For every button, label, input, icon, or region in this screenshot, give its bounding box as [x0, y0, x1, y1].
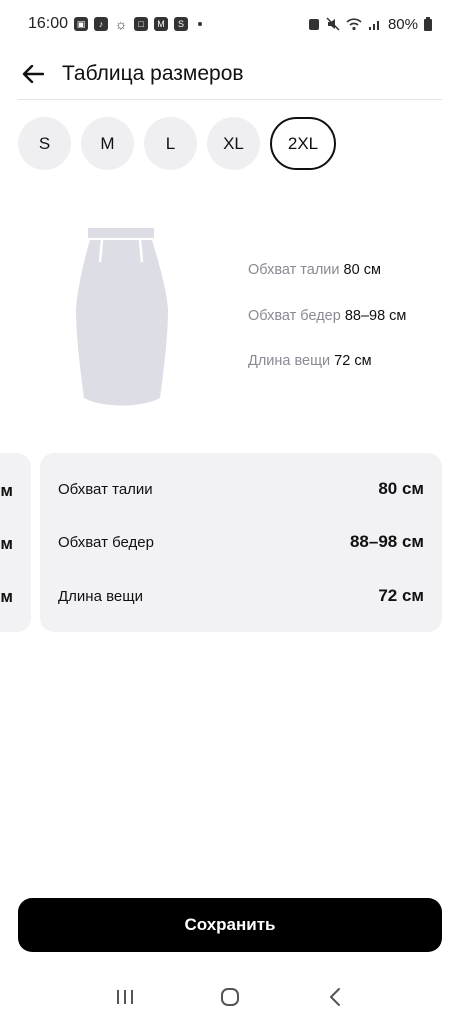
status-right: 80%	[308, 16, 432, 33]
current-size-card[interactable]: Обхват талии 80 см Обхват бедер 88–98 см…	[40, 453, 442, 632]
card-row-value: 88–98 см	[349, 532, 424, 551]
nav-recents-button[interactable]	[105, 977, 145, 1017]
notification-shazam-icon: S	[174, 17, 189, 31]
summary-waist: Обхват талии 80 см	[248, 260, 406, 306]
nav-home-button[interactable]	[210, 977, 250, 1017]
nav-back-button[interactable]	[315, 977, 355, 1017]
back-button[interactable]	[18, 59, 48, 89]
summary-waist-label: Обхват талии	[248, 262, 340, 278]
signal-icon	[368, 21, 379, 30]
status-time: 16:00	[28, 15, 69, 32]
card-row-value: 80 см	[378, 479, 424, 498]
notification-box-icon: □	[134, 17, 149, 31]
save-button[interactable]: Сохранить	[18, 898, 442, 952]
summary-hips-value: 88–98 см	[344, 307, 407, 324]
recents-icon	[116, 990, 133, 1004]
notification-mail-icon: M	[154, 17, 169, 31]
card-row-value: 72 см	[378, 586, 424, 605]
summary-waist-value: 80 см	[343, 262, 381, 278]
mute-icon	[326, 17, 340, 31]
card-row-label: Длина вещи	[58, 587, 143, 605]
card-row-length: Длина вещи 72 см	[58, 584, 424, 608]
size-chip-s[interactable]: S	[18, 117, 71, 170]
card-row-waist: Обхват талии 80 см	[58, 477, 424, 501]
wifi-icon	[346, 18, 362, 31]
size-selector: S M L XL 2XL	[18, 117, 336, 170]
summary-hips: Обхват бедер 88–98 см	[248, 306, 406, 352]
notification-sun-icon: ☼	[114, 16, 128, 32]
notification-music-icon: ♪	[94, 17, 109, 31]
notification-more-icon	[198, 22, 203, 26]
prev-card-value: м	[0, 481, 13, 500]
size-cards-carousel[interactable]: м м м Обхват талии 80 см Обхват бедер 88…	[0, 453, 460, 632]
size-chip-l[interactable]: L	[144, 117, 197, 170]
status-bar: 16:00 ▣ ♪ ☼ □ M S 80%	[0, 0, 460, 48]
battery-icon	[424, 17, 432, 31]
battery-percent: 80%	[387, 15, 418, 33]
home-icon	[220, 988, 239, 1006]
summary-length-value: 72 см	[334, 353, 372, 369]
size-chip-m[interactable]: M	[81, 117, 134, 170]
card-row-hips: Обхват бедер 88–98 см	[58, 530, 424, 554]
arrow-left-icon	[22, 65, 44, 83]
page-title: Таблица размеров	[62, 62, 244, 85]
skirt-illustration	[76, 228, 168, 406]
prev-card-value: м	[0, 534, 13, 553]
header-divider	[18, 99, 442, 100]
alarm-icon	[308, 19, 319, 30]
status-left: 16:00 ▣ ♪ ☼ □ M S	[28, 15, 203, 33]
chevron-left-icon	[330, 988, 341, 1006]
measurement-summary: Обхват талии 80 см Обхват бедер 88–98 см…	[248, 260, 406, 397]
card-row-label: Обхват талии	[58, 480, 153, 498]
size-chip-xl[interactable]: XL	[207, 117, 260, 170]
system-nav-bar	[0, 975, 460, 1019]
prev-card-value: м	[0, 587, 13, 606]
header: Таблица размеров	[0, 48, 460, 100]
summary-hips-label: Обхват бедер	[248, 307, 341, 324]
notification-app-icon: ▣	[74, 17, 89, 31]
previous-size-card[interactable]: м м м	[0, 453, 31, 632]
card-row-label: Обхват бедер	[58, 533, 154, 551]
summary-length: Длина вещи 72 см	[248, 351, 406, 397]
summary-length-label: Длина вещи	[248, 353, 331, 369]
size-chip-2xl-selected[interactable]: 2XL	[270, 117, 336, 170]
